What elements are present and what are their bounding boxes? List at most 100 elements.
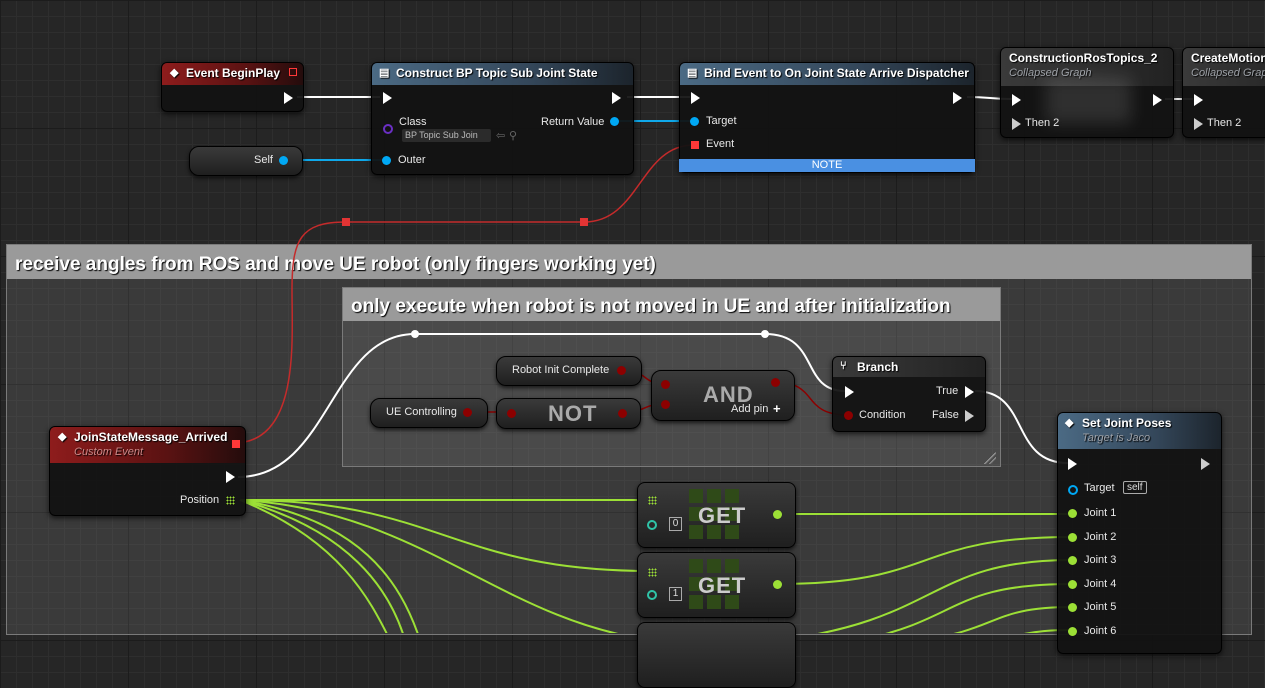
- ue-controlling-node[interactable]: UE Controlling: [370, 398, 488, 428]
- joint5-pin[interactable]: [1068, 603, 1077, 612]
- joint2-label: Joint 2: [1084, 531, 1117, 543]
- set-joint-header: ◆ Set Joint Poses Target is Jaco: [1058, 413, 1221, 449]
- robot-init-complete-node[interactable]: Robot Init Complete: [496, 356, 642, 386]
- not-out-pin[interactable]: [618, 409, 627, 418]
- class-select[interactable]: BP Topic Sub Join: [402, 129, 491, 142]
- construction-ros-topics-node[interactable]: ConstructionRosTopics_2 Collapsed Graph …: [1000, 47, 1174, 138]
- exec-out-pin[interactable]: [1153, 94, 1162, 106]
- and-in-pin-a[interactable]: [661, 380, 670, 389]
- and-node[interactable]: AND Add pin +: [651, 370, 795, 421]
- self-node[interactable]: Self: [189, 146, 303, 176]
- false-label: False: [932, 409, 959, 421]
- self-out-pin[interactable]: [279, 156, 288, 165]
- event-beginplay-node[interactable]: ◆ Event BeginPlay: [161, 62, 304, 112]
- and-in-pin-b[interactable]: [661, 400, 670, 409]
- exec-in-pin[interactable]: [1194, 94, 1203, 106]
- array-grid-icon[interactable]: [648, 496, 657, 505]
- arrow-left-icon[interactable]: ⇦: [496, 129, 505, 142]
- create-motion-node[interactable]: CreateMotionC Collapsed Grap Then 2: [1182, 47, 1265, 138]
- get-node-0[interactable]: 0 GET: [637, 482, 796, 548]
- true-exec-pin[interactable]: [965, 386, 974, 398]
- event-beginplay-header: ◆ Event BeginPlay: [162, 63, 303, 85]
- set-joint-title: Set Joint Poses: [1082, 416, 1172, 430]
- event-pin[interactable]: [691, 141, 699, 149]
- target-label: Target: [1084, 482, 1115, 494]
- index-pin[interactable]: [647, 520, 657, 530]
- construct-bp-topic-node[interactable]: ▤ Construct BP Topic Sub Joint State Cla…: [371, 62, 634, 175]
- index-field[interactable]: 0: [669, 517, 682, 531]
- joint3-pin[interactable]: [1068, 556, 1077, 565]
- get-label: GET: [698, 503, 747, 528]
- create-motion-subtitle: Collapsed Grap: [1191, 67, 1265, 79]
- exec-in-pin[interactable]: [383, 92, 392, 104]
- plus-icon[interactable]: +: [773, 401, 781, 416]
- then2-label: Then 2: [1025, 117, 1060, 129]
- exec-out-pin[interactable]: [284, 92, 293, 104]
- get-node-1[interactable]: 1 GET: [637, 552, 796, 618]
- robot-init-out-pin[interactable]: [617, 366, 626, 375]
- then2-pin[interactable]: [1194, 118, 1203, 130]
- exec-in-pin[interactable]: [845, 386, 854, 398]
- class-label: Class: [399, 116, 427, 128]
- exec-out-pin[interactable]: [1201, 458, 1210, 470]
- outer-label: Outer: [398, 154, 426, 166]
- ue-controlling-out-pin[interactable]: [463, 408, 472, 417]
- join-state-event-node[interactable]: ◆ JoinStateMessage_Arrived Custom Event …: [49, 426, 246, 516]
- not-node[interactable]: NOT: [496, 398, 641, 429]
- index-pin[interactable]: [647, 590, 657, 600]
- then2-pin[interactable]: [1012, 118, 1021, 130]
- create-motion-header: CreateMotionC Collapsed Grap: [1183, 48, 1265, 86]
- bind-event-node[interactable]: ▤ Bind Event to On Joint State Arrive Di…: [679, 62, 975, 173]
- true-label: True: [936, 385, 959, 397]
- construct-icon: ▤: [379, 67, 390, 79]
- join-state-title: JoinStateMessage_Arrived: [74, 430, 228, 444]
- branch-header: ⑂ Branch: [833, 357, 985, 377]
- position-label: Position: [180, 494, 220, 506]
- array-grid-icon[interactable]: [226, 496, 235, 505]
- false-exec-pin[interactable]: [965, 410, 974, 422]
- get-node-2[interactable]: [637, 622, 796, 688]
- target-pin[interactable]: [690, 117, 699, 126]
- self-default-field[interactable]: self: [1123, 481, 1147, 494]
- and-out-pin[interactable]: [771, 378, 780, 387]
- not-in-pin[interactable]: [507, 409, 516, 418]
- joint6-pin[interactable]: [1068, 627, 1077, 636]
- exec-out-pin[interactable]: [953, 92, 962, 104]
- exec-out-pin[interactable]: [612, 92, 621, 104]
- exec-in-pin[interactable]: [1068, 458, 1077, 470]
- set-joint-poses-node[interactable]: ◆ Set Joint Poses Target is Jaco Target …: [1057, 412, 1222, 654]
- create-motion-title: CreateMotionC: [1191, 51, 1265, 65]
- get-label: GET: [698, 573, 747, 598]
- target-pin[interactable]: [1068, 485, 1078, 495]
- joint1-label: Joint 1: [1084, 507, 1117, 519]
- class-select-value: BP Topic Sub Join: [405, 130, 478, 140]
- joint2-pin[interactable]: [1068, 533, 1077, 542]
- comment-resize-grip[interactable]: [984, 452, 996, 464]
- joint4-pin[interactable]: [1068, 580, 1077, 589]
- join-state-header: ◆ JoinStateMessage_Arrived Custom Event: [50, 427, 245, 463]
- exec-in-pin[interactable]: [1012, 94, 1021, 106]
- note-bar[interactable]: NOTE: [679, 159, 975, 172]
- array-grid-icon[interactable]: [648, 568, 657, 577]
- delegate-pin-icon[interactable]: [289, 68, 297, 76]
- comment-title-receive-angles: receive angles from ROS and move UE robo…: [7, 245, 1251, 279]
- return-value-pin[interactable]: [610, 117, 619, 126]
- target-label: Target: [706, 115, 737, 127]
- add-pin-label[interactable]: Add pin: [731, 403, 768, 415]
- set-joint-subtitle: Target is Jaco: [1082, 432, 1151, 444]
- get-out-pin[interactable]: [773, 510, 782, 519]
- exec-in-pin[interactable]: [691, 92, 700, 104]
- class-pin[interactable]: [383, 124, 393, 134]
- get-out-pin[interactable]: [773, 580, 782, 589]
- search-icon[interactable]: ⚲: [509, 129, 517, 142]
- index-field[interactable]: 1: [669, 587, 682, 601]
- then2-label: Then 2: [1207, 117, 1242, 129]
- event-label: Event: [706, 138, 735, 150]
- branch-icon: ⑂: [840, 360, 847, 372]
- joint1-pin[interactable]: [1068, 509, 1077, 518]
- outer-pin[interactable]: [382, 156, 391, 165]
- delegate-out-pin[interactable]: [232, 440, 240, 448]
- condition-pin[interactable]: [844, 411, 853, 420]
- branch-node[interactable]: ⑂ Branch True Condition False: [832, 356, 986, 432]
- exec-out-pin[interactable]: [226, 471, 235, 483]
